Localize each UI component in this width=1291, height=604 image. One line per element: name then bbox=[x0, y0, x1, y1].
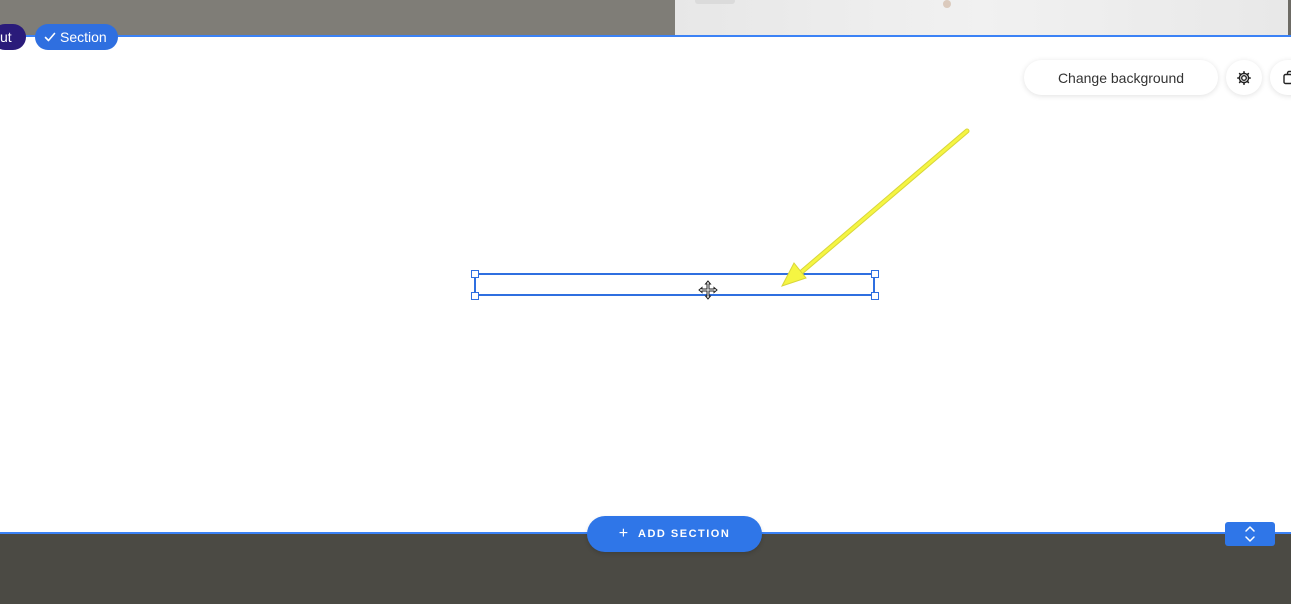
duplicate-section-button[interactable] bbox=[1270, 60, 1291, 95]
annotation-arrow bbox=[780, 128, 970, 287]
gear-icon bbox=[1237, 70, 1251, 85]
duplicate-icon bbox=[1283, 70, 1291, 84]
image-detail bbox=[943, 0, 951, 8]
plus-icon: + bbox=[618, 525, 629, 542]
section-reorder-toggle[interactable] bbox=[1225, 522, 1275, 546]
add-section-button[interactable]: + ADD SECTION bbox=[587, 516, 762, 552]
move-icon[interactable] bbox=[697, 279, 719, 301]
previous-section-image bbox=[675, 0, 1288, 35]
section-settings-button[interactable] bbox=[1226, 60, 1262, 95]
change-background-button[interactable]: Change background bbox=[1024, 60, 1218, 95]
breadcrumb-section-label: Section bbox=[60, 29, 107, 45]
check-icon bbox=[44, 32, 56, 42]
resize-handle-top-left[interactable] bbox=[471, 270, 479, 278]
section-boundary-top bbox=[0, 35, 1291, 37]
breadcrumb-section[interactable]: Section bbox=[35, 24, 118, 50]
change-background-label: Change background bbox=[1057, 69, 1185, 86]
breadcrumb-layout-label: ut bbox=[0, 29, 12, 45]
chevron-up-down-icon bbox=[1245, 526, 1255, 542]
add-section-label: ADD SECTION bbox=[638, 528, 731, 540]
image-detail bbox=[695, 0, 735, 4]
resize-handle-bottom-left[interactable] bbox=[471, 292, 479, 300]
breadcrumb-layout[interactable]: ut bbox=[0, 24, 26, 50]
